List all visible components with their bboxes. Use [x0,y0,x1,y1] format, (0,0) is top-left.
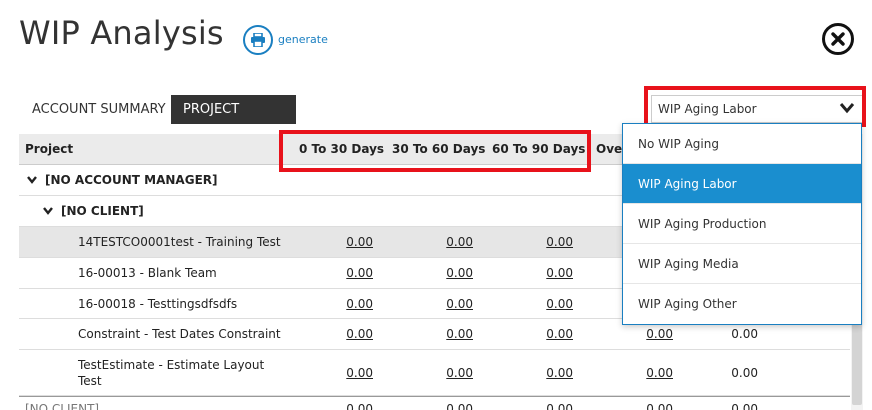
project-name-line1: TestEstimate - Estimate Layout [78,357,265,372]
chevron-down-icon [27,176,37,184]
wip-aging-select-value: WIP Aging Labor [658,102,757,116]
value-30-60[interactable]: 0.00 [433,266,473,280]
value-0-30[interactable]: 0.00 [333,266,373,280]
page-title: WIP Analysis [19,14,224,52]
tab-project-details[interactable]: PROJECT DETAILS [171,95,296,146]
project-name-line2: Test [78,373,102,388]
project-name: 16-00013 - Blank Team [78,266,217,280]
subtotal-60-90: 0.00 [546,402,573,410]
subtotal-total: 0.00 [731,402,758,410]
wip-aging-dropdown: No WIP Aging WIP Aging Labor WIP Aging P… [622,123,862,325]
value-over[interactable]: 0.00 [633,366,673,380]
table-row[interactable]: TestEstimate - Estimate Layout Test 0.00… [19,350,850,396]
value-60-90[interactable]: 0.00 [533,366,573,380]
subtotal-30-60: 0.00 [446,402,473,410]
value-0-30[interactable]: 0.00 [333,366,373,380]
col-60-90: 60 To 90 Days [492,142,586,156]
value-30-60[interactable]: 0.00 [433,235,473,249]
tab-account-summary[interactable]: ACCOUNT SUMMARY [20,95,178,124]
print-icon[interactable] [243,25,273,55]
group-label-client: [NO CLIENT] [61,204,144,218]
value-30-60[interactable]: 0.00 [433,327,473,341]
project-name: Constraint - Test Dates Constraint [78,327,281,341]
value-30-60[interactable]: 0.00 [433,297,473,311]
value-0-30[interactable]: 0.00 [333,327,373,341]
subtotal-label: [NO CLIENT] [25,402,100,410]
project-name: 16-00018 - Testtingsdfsdfs [78,296,238,311]
generate-link[interactable]: generate [278,33,328,46]
chevron-down-icon [43,207,53,215]
col-over: Ove [596,142,623,156]
value-0-30[interactable]: 0.00 [333,297,373,311]
dropdown-option[interactable]: WIP Aging Other [623,284,861,324]
chevron-down-icon [839,103,855,114]
value-over[interactable]: 0.00 [633,327,673,341]
wip-aging-select[interactable]: WIP Aging Labor [651,95,863,123]
subtotal-over: 0.00 [646,402,673,410]
col-project: Project [25,142,74,156]
value-60-90[interactable]: 0.00 [533,235,573,249]
value-60-90[interactable]: 0.00 [533,266,573,280]
col-0-30: 0 To 30 Days [299,142,385,156]
value-total: 0.00 [731,327,758,341]
value-30-60[interactable]: 0.00 [433,366,473,380]
project-name: TestEstimate - Estimate Layout Test [78,357,264,389]
dropdown-option-selected[interactable]: WIP Aging Labor [623,164,861,204]
dropdown-option[interactable]: WIP Aging Production [623,204,861,244]
value-total: 0.00 [731,365,758,380]
dropdown-option[interactable]: No WIP Aging [623,124,861,164]
project-name: 14TESTCO0001test - Training Test [78,235,281,249]
value-60-90[interactable]: 0.00 [533,297,573,311]
subtotal-0-30: 0.00 [346,402,373,410]
dropdown-option[interactable]: WIP Aging Media [623,244,861,284]
value-0-30[interactable]: 0.00 [333,235,373,249]
col-30-60: 30 To 60 Days [392,142,486,156]
close-icon[interactable] [822,23,854,55]
value-60-90[interactable]: 0.00 [533,327,573,341]
subtotal-row: [NO CLIENT] 0.00 0.00 0.00 0.00 0.00 [19,396,850,410]
group-label-manager: [NO ACCOUNT MANAGER] [45,173,218,187]
